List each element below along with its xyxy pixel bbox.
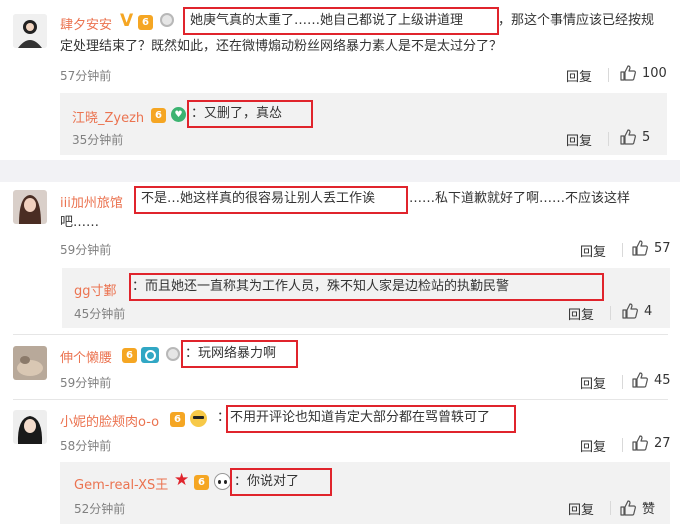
level-badge-icon: 6 (194, 475, 209, 490)
username[interactable]: 伸个懒腰 (60, 347, 112, 366)
divider (622, 375, 623, 389)
comment-card-1: 肆夕安安 V 6 她庚气真的太重了……她自己都说了上级讲道理 ，那这个事情应该已… (0, 0, 680, 160)
comment-card-4: 小妮的脸颊肉o-o 6 ：不用开评论也知道肯定大部分都在骂曾轶可了 58分钟前 … (0, 400, 680, 528)
sub-like-button[interactable]: 5 (620, 129, 650, 145)
sub-comment: Gem-real-XS王 ★ 6 ：你说对了 52分钟前 回复 赞 (60, 462, 670, 524)
camera-badge-icon (141, 347, 159, 363)
comment-text: ，那这个事情应该已经按规 (498, 13, 655, 28)
avatar[interactable] (13, 346, 47, 380)
comment-text-highlighted: 她庚气真的太重了……她自己都说了上级讲道理 (190, 13, 464, 28)
heart-badge-icon: ♥ (171, 107, 186, 122)
like-label: 赞 (642, 502, 656, 517)
timestamp: 58分钟前 (60, 439, 112, 453)
comment-text: ……私下道歉就好了啊……不应该这样 (409, 191, 631, 206)
sub-comment: gg寸鄞 ：而且她还一直称其为工作人员，殊不知人家是边检站的执勤民警 45分钟前… (62, 268, 670, 328)
sub-like-button[interactable]: 赞 (620, 498, 655, 517)
like-button[interactable]: 27 (632, 435, 671, 451)
level-badge-icon: 6 (170, 412, 185, 427)
sub-username[interactable]: 江晓_Zyezh (72, 107, 144, 126)
timestamp: 59分钟前 (60, 243, 112, 257)
like-count: 45 (654, 372, 671, 388)
level-badge-icon: 6 (151, 108, 166, 123)
like-button[interactable]: 100 (620, 65, 667, 81)
level-badge-icon: 6 (138, 15, 153, 30)
sub-username[interactable]: gg寸鄞 (74, 280, 117, 299)
like-count: 27 (654, 435, 671, 451)
reply-button[interactable]: 回复 (580, 241, 606, 260)
comment-text-line2: 定处理结束了？既然如此，还在微博煽动粉丝网络暴力素人是不是太过分了？ (60, 39, 503, 54)
avatar[interactable] (13, 14, 47, 48)
comment-text-line2: 吧…… (60, 215, 100, 230)
timestamp: 59分钟前 (60, 376, 112, 390)
like-button[interactable]: 45 (632, 372, 671, 388)
thumbs-up-icon (620, 499, 636, 516)
username[interactable]: 小妮的脸颊肉o-o (60, 411, 159, 430)
divider (622, 438, 623, 452)
sub-comment-text: ：而且她还一直称其为工作人员，殊不知人家是边检站的执勤民警 (132, 279, 510, 294)
reply-button[interactable]: 回复 (580, 373, 606, 392)
thumbs-up-icon (632, 372, 648, 388)
comment-card-2: iii加州旅馆 不是…她这样真的很容易让别人丢工作诶 ……私下道歉就好了啊……不… (0, 182, 680, 330)
divider (13, 334, 668, 335)
section-gap (0, 160, 680, 182)
thumbs-up-icon (620, 129, 636, 145)
divider (610, 306, 611, 320)
like-count: 100 (642, 65, 667, 81)
level-badge-icon: 6 (122, 348, 137, 363)
sub-reply-button[interactable]: 回复 (566, 130, 592, 149)
sub-timestamp: 52分钟前 (74, 502, 126, 516)
username[interactable]: 肆夕安安 (60, 14, 112, 33)
thumbs-up-icon (632, 435, 648, 451)
comment-text: ：不用开评论也知道肯定大部分都在骂曾轶可了 (217, 410, 491, 425)
avatar[interactable] (13, 410, 47, 444)
comment-text-highlighted: 不是…她这样真的很容易让别人丢工作诶 (141, 191, 376, 206)
sub-timestamp: 35分钟前 (72, 133, 124, 147)
avatar[interactable] (13, 190, 47, 224)
sub-username[interactable]: Gem-real-XS王 (74, 474, 168, 493)
like-count: 4 (644, 303, 653, 319)
sub-comment: 江晓_Zyezh 6 ♥ ：又删了，真怂 35分钟前 回复 5 (60, 93, 667, 155)
cool-face-icon (190, 410, 207, 427)
sub-reply-button[interactable]: 回复 (568, 499, 594, 518)
thumbs-up-icon (632, 240, 648, 256)
thumbs-up-icon (622, 303, 638, 319)
divider (610, 501, 611, 515)
sub-like-button[interactable]: 4 (622, 303, 652, 319)
like-count: 5 (642, 129, 651, 145)
medal-icon (166, 347, 180, 361)
medal-icon (160, 13, 174, 27)
comment-text: ：玩网络暴力啊 (185, 346, 277, 361)
sub-comment-text: ：又删了，真怂 (191, 106, 283, 121)
divider (608, 132, 609, 146)
divider (608, 68, 609, 82)
sub-timestamp: 45分钟前 (74, 307, 126, 321)
divider (622, 243, 623, 257)
reply-button[interactable]: 回复 (580, 436, 606, 455)
like-count: 57 (654, 240, 671, 256)
panda-icon (214, 473, 231, 490)
username[interactable]: iii加州旅馆 (60, 192, 123, 211)
reply-button[interactable]: 回复 (566, 66, 592, 85)
sub-comment-text: ：你说对了 (234, 474, 300, 489)
thumbs-up-icon (620, 65, 636, 81)
vip-v-icon: V (120, 11, 134, 31)
comment-card-3: 伸个懒腰 6 ：玩网络暴力啊 59分钟前 回复 45 (0, 336, 680, 398)
like-button[interactable]: 57 (632, 240, 671, 256)
sub-reply-button[interactable]: 回复 (568, 304, 594, 323)
star-icon: ★ (174, 470, 190, 490)
timestamp: 57分钟前 (60, 69, 112, 83)
